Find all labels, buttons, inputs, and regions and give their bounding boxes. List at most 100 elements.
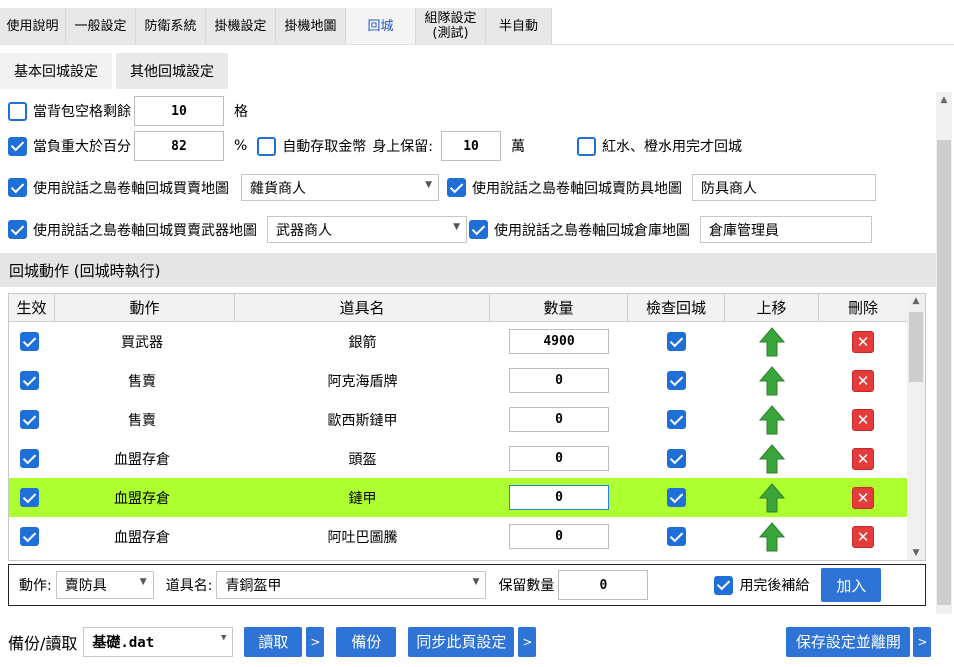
sync-page-button[interactable]: 同步此頁設定 [408, 626, 515, 657]
warehouse-npc-value: 倉庫管理員 [709, 222, 779, 239]
save-exit-button[interactable]: 保存設定並離開 [786, 626, 911, 657]
grocery-map-label: 使用說話之島卷軸回城買賣地圖 [33, 180, 229, 197]
potion-return-checkbox[interactable] [577, 136, 597, 156]
arrow-up-icon[interactable] [759, 404, 785, 435]
tab-instructions[interactable]: 使用說明 [0, 8, 66, 44]
tab-defense-system[interactable]: 防衛系統 [136, 8, 206, 44]
table-row[interactable]: 血盟存倉 頭盔 0 ✕ [9, 439, 907, 478]
arrow-up-icon[interactable] [759, 326, 785, 357]
chevron-down-icon: ▼ [453, 222, 460, 232]
keep-gold-input[interactable]: 10 [441, 131, 502, 161]
table-row-selected[interactable]: 血盟存倉 鏈甲 0 ✕ [9, 478, 907, 517]
weapon-map-checkbox[interactable] [8, 220, 27, 239]
row-enabled-checkbox[interactable] [19, 410, 39, 429]
row-check-checkbox[interactable] [667, 371, 686, 390]
auto-deposit-checkbox[interactable] [257, 136, 277, 156]
weight-input[interactable]: 82 [134, 131, 224, 161]
row-check-checkbox[interactable] [667, 449, 686, 468]
grocery-map-checkbox[interactable] [8, 178, 27, 197]
subtab-basic-return[interactable]: 基本回城設定 [0, 53, 112, 89]
armor-map-checkbox[interactable] [447, 178, 466, 197]
weight-checkbox[interactable] [8, 136, 27, 156]
subtab-label: 其他回城設定 [130, 64, 214, 80]
row-qty-input[interactable]: 0 [509, 446, 609, 471]
bag-free-checkbox[interactable] [8, 101, 27, 121]
row-qty-input[interactable]: 0 [509, 485, 609, 510]
weapon-npc-select[interactable]: 武器商人 ▼ [267, 216, 467, 243]
table-scrollbar[interactable]: ▲ ▼ [907, 294, 925, 560]
delete-icon[interactable]: ✕ [852, 486, 874, 509]
row-enabled-checkbox[interactable] [19, 332, 39, 351]
table-row[interactable]: 售賣 阿克海盾牌 0 ✕ [9, 361, 907, 400]
header-move-up[interactable]: 上移 [725, 294, 819, 321]
editor-keep-qty-label: 保留數量 [498, 578, 555, 594]
subtab-other-return[interactable]: 其他回城設定 [116, 53, 228, 89]
table-scrollbar-thumb[interactable] [909, 312, 923, 382]
sync-more-button[interactable]: > [518, 626, 537, 657]
header-check[interactable]: 檢查回城 [628, 294, 725, 321]
backup-file-select[interactable]: 基礎.dat ▼ [83, 626, 234, 657]
delete-icon[interactable]: ✕ [852, 408, 874, 431]
row-enabled-checkbox[interactable] [19, 488, 39, 507]
armor-npc-select[interactable]: 防具商人 [692, 174, 876, 201]
row-qty-input[interactable]: 0 [509, 368, 609, 393]
scroll-up-icon[interactable]: ▲ [907, 296, 925, 306]
tab-label: 一般設定 [74, 18, 127, 34]
header-qty[interactable]: 數量 [490, 294, 628, 321]
tab-general-settings[interactable]: 一般設定 [66, 8, 136, 44]
row-qty-input[interactable]: 0 [509, 407, 609, 432]
backup-button[interactable]: 備份 [336, 626, 397, 657]
row-qty-input[interactable]: 0 [509, 524, 609, 549]
editor-item-label: 道具名: [165, 578, 213, 594]
row-enabled-checkbox[interactable] [19, 527, 39, 546]
tab-afk-map[interactable]: 掛機地圖 [276, 8, 346, 44]
row-qty-input[interactable]: 4900 [509, 329, 609, 354]
row-action: 售賣 [128, 412, 156, 429]
tab-semi-auto[interactable]: 半自動 [486, 8, 552, 44]
read-more-button[interactable]: > [306, 626, 325, 657]
table-row[interactable]: 售賣 歐西斯鏈甲 0 ✕ [9, 400, 907, 439]
header-item[interactable]: 道具名 [235, 294, 490, 321]
backup-label: 備份/讀取 [8, 633, 78, 653]
delete-icon[interactable]: ✕ [852, 330, 874, 353]
row-check-checkbox[interactable] [667, 527, 686, 546]
editor-action-label: 動作: [19, 578, 52, 594]
editor-action-select[interactable]: 賣防具 ▼ [55, 571, 154, 599]
panel-scrollbar[interactable]: ▲ [936, 92, 952, 614]
refill-checkbox[interactable] [714, 575, 734, 595]
grocery-npc-select[interactable]: 雜貨商人 ▼ [241, 174, 439, 201]
delete-icon[interactable]: ✕ [852, 525, 874, 548]
row-item: 阿克海盾牌 [327, 373, 398, 390]
arrow-up-icon[interactable] [759, 482, 785, 513]
arrow-up-icon[interactable] [759, 521, 785, 552]
scroll-up-icon[interactable]: ▲ [936, 92, 952, 108]
editor-item-select[interactable]: 青銅盔甲 ▼ [216, 571, 487, 599]
table-row[interactable]: 買武器 銀箭 4900 ✕ [9, 322, 907, 361]
header-enabled[interactable]: 生效 [9, 294, 55, 321]
delete-icon[interactable]: ✕ [852, 369, 874, 392]
row-check-checkbox[interactable] [667, 488, 686, 507]
header-delete[interactable]: 刪除 [819, 294, 907, 321]
bag-free-input[interactable]: 10 [134, 96, 224, 126]
tab-return-town[interactable]: 回城 [346, 8, 416, 44]
arrow-up-icon[interactable] [759, 443, 785, 474]
table-row[interactable]: 血盟存倉 阿吐巴圖騰 0 ✕ [9, 517, 907, 556]
tab-afk-settings[interactable]: 掛機設定 [206, 8, 276, 44]
row-check-checkbox[interactable] [667, 410, 686, 429]
save-more-button[interactable]: > [913, 626, 932, 657]
read-button[interactable]: 讀取 [244, 626, 303, 657]
header-action[interactable]: 動作 [55, 294, 235, 321]
tab-party-settings[interactable]: 組隊設定 (測試) [416, 8, 486, 44]
row-check-checkbox[interactable] [667, 332, 686, 351]
row-enabled-checkbox[interactable] [19, 371, 39, 390]
warehouse-map-label: 使用說話之島卷軸回城倉庫地圖 [494, 222, 690, 239]
delete-icon[interactable]: ✕ [852, 447, 874, 470]
arrow-up-icon[interactable] [759, 365, 785, 396]
add-button[interactable]: 加入 [821, 568, 882, 602]
warehouse-npc-select[interactable]: 倉庫管理員 [700, 216, 872, 243]
row-enabled-checkbox[interactable] [19, 449, 39, 468]
editor-keep-qty-input[interactable]: 0 [558, 570, 649, 600]
scrollbar-thumb[interactable] [937, 140, 951, 605]
scroll-down-icon[interactable]: ▼ [907, 548, 925, 558]
warehouse-map-checkbox[interactable] [469, 220, 488, 239]
